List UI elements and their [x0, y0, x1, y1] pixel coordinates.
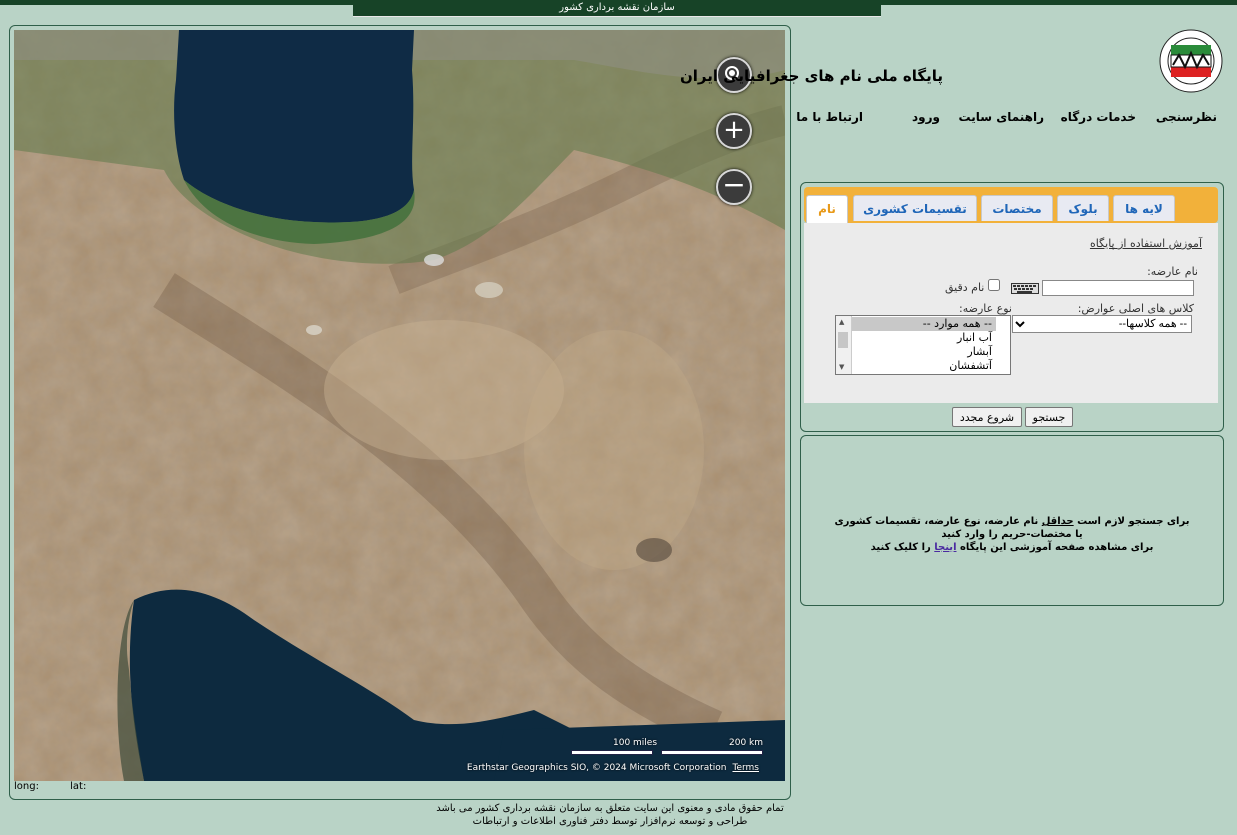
lat-label: lat:	[70, 781, 87, 792]
satellite-imagery	[14, 30, 785, 781]
footer: تمام حقوق مادی و معنوی این سایت متعلق به…	[400, 802, 820, 828]
instruction-line-2: یا مختصات-حریم را وارد کنید	[941, 529, 1083, 540]
satellite-map[interactable]: + − 100 miles 200 km Earthstar Geographi…	[14, 30, 785, 781]
map-frame: + − 100 miles 200 km Earthstar Geographi…	[9, 25, 791, 800]
nav-site-guide[interactable]: راهنمای سایت	[959, 110, 1044, 124]
type-option-cistern[interactable]: آب انبار	[836, 331, 996, 345]
agency-banner: سازمان نقشه برداری کشور	[353, 0, 881, 17]
exact-name-checkbox[interactable]	[988, 279, 1000, 291]
instruction-line-3: برای مشاهده صفحه آموزشی این پایگاه اینجا…	[801, 541, 1223, 554]
tab-layers[interactable]: لایه ها	[1113, 195, 1175, 221]
nav-contact-us[interactable]: ارتباط با ما	[796, 110, 863, 124]
coordinates-readout: long: lat:	[14, 781, 114, 792]
long-label: long:	[14, 781, 39, 792]
search-panel: نام تقسیمات کشوری مختصات بلوک لایه ها آم…	[800, 182, 1224, 432]
site-title: پایگاه ملی نام های جغرافیایی ایران	[679, 67, 943, 85]
search-button[interactable]: جستجو	[1025, 407, 1073, 427]
type-option-volcano[interactable]: آتشفشان	[836, 359, 996, 373]
scale-segment-km	[661, 750, 763, 755]
feature-type-list[interactable]: -- همه موارد -- آب انبار آبشار آتشفشان ▲…	[835, 315, 1011, 375]
search-tabs: نام تقسیمات کشوری مختصات بلوک لایه ها	[804, 187, 1218, 225]
map-attribution: Earthstar Geographics SIO, © 2024 Micros…	[467, 763, 759, 773]
search-instructions: برای جستجو لازم است حداقل نام عارضه، نوع…	[801, 515, 1223, 554]
help-link[interactable]: آموزش استفاده از پایگاه	[1090, 237, 1202, 250]
tab-block[interactable]: بلوک	[1057, 195, 1109, 221]
name-search-form: آموزش استفاده از پایگاه نام عارضه: نام د…	[804, 223, 1218, 403]
tutorial-link[interactable]: اینجا	[934, 542, 956, 553]
feature-name-label: نام عارضه:	[1147, 265, 1198, 278]
scale-bar: 100 miles 200 km	[571, 738, 771, 756]
instruction-emphasis: حداقل	[1041, 516, 1074, 527]
tab-name[interactable]: نام	[806, 195, 848, 225]
instruction-line-1: برای جستجو لازم است حداقل نام عارضه، نوع…	[801, 515, 1223, 528]
scroll-down-icon[interactable]: ▼	[839, 363, 844, 371]
instruction-text: برای جستجو لازم است	[1073, 516, 1190, 527]
instruction-text: را کلیک کنید	[870, 542, 935, 553]
nav-survey[interactable]: نظرسنجی	[1156, 110, 1217, 124]
instruction-text: برای مشاهده صفحه آموزشی این پایگاه	[956, 542, 1154, 553]
zoom-out-button[interactable]: −	[716, 169, 752, 205]
info-panel: برای جستجو لازم است حداقل نام عارضه، نوع…	[800, 435, 1224, 606]
nav-portal-services[interactable]: خدمات درگاه	[1061, 110, 1136, 124]
scroll-thumb[interactable]	[838, 332, 848, 348]
keyboard-icon[interactable]	[1011, 283, 1039, 294]
scale-km-label: 200 km	[729, 738, 764, 748]
main-class-label: کلاس های اصلی عوارض:	[1077, 302, 1194, 315]
tab-coordinates[interactable]: مختصات	[981, 195, 1053, 221]
terms-link[interactable]: Terms	[732, 763, 759, 773]
attribution-text: Earthstar Geographics SIO, © 2024 Micros…	[466, 763, 727, 773]
developer-credit: طراحی و توسعه نرم‌افزار توسط دفتر فناوری…	[472, 816, 748, 827]
scroll-up-icon[interactable]: ▲	[839, 318, 844, 326]
copyright-text: تمام حقوق مادی و معنوی این سایت متعلق به…	[436, 803, 784, 814]
scale-segment-miles	[571, 750, 653, 755]
main-navigation: نظرسنجی خدمات درگاه راهنمای سایت ورود ار…	[796, 110, 1220, 128]
main-class-select[interactable]: -- همه کلاسها--	[1012, 315, 1192, 333]
instruction-text: نام عارضه، نوع عارضه، تقسیمات کشوری	[834, 516, 1042, 527]
scale-miles-label: 100 miles	[613, 738, 658, 748]
feature-name-input[interactable]	[1042, 280, 1194, 296]
tab-divisions[interactable]: تقسیمات کشوری	[853, 195, 977, 221]
reset-button[interactable]: شروع مجدد	[952, 407, 1022, 427]
type-list-scrollbar[interactable]: ▲ ▼	[836, 316, 852, 374]
type-option-all[interactable]: -- همه موارد --	[836, 317, 996, 331]
type-option-waterfall[interactable]: آبشار	[836, 345, 996, 359]
zoom-in-button[interactable]: +	[716, 113, 752, 149]
feature-type-label: نوع عارضه:	[959, 302, 1012, 315]
nav-login[interactable]: ورود	[912, 110, 940, 124]
exact-name-label: نام دقیق	[945, 281, 985, 294]
ncc-logo	[1159, 29, 1223, 93]
